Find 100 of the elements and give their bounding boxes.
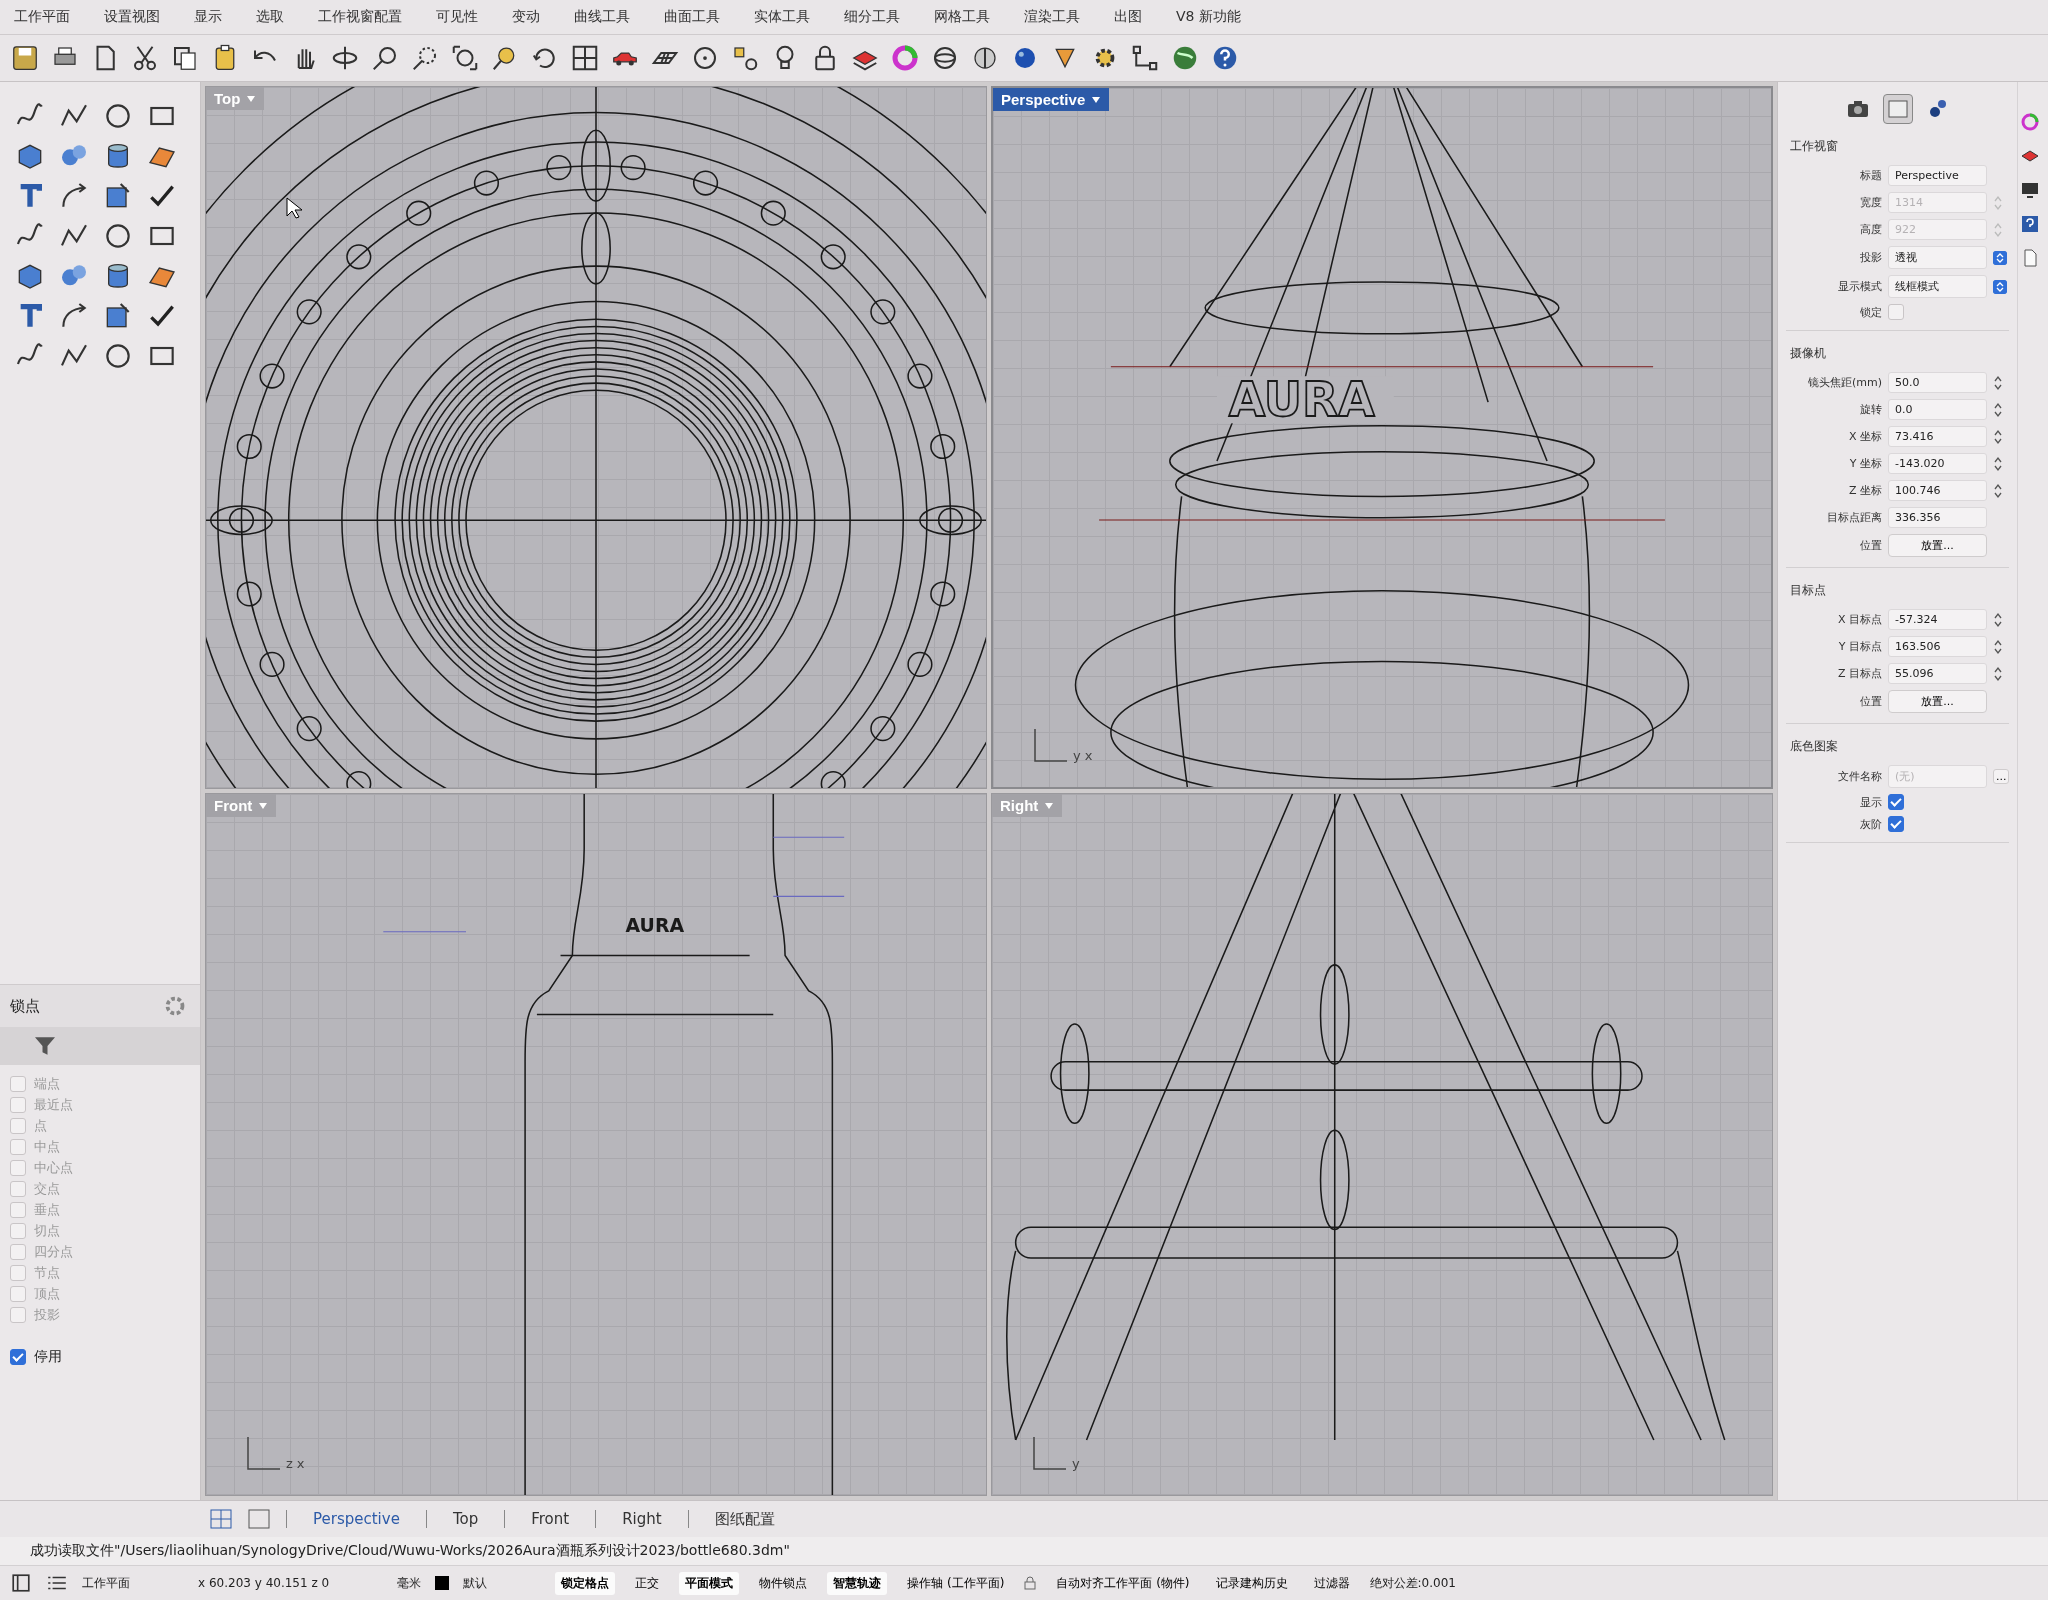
panel-title: 锁点 — [10, 996, 40, 1016]
status-toggle[interactable]: 正交 — [629, 1571, 666, 1595]
monitor-icon[interactable] — [2020, 180, 2040, 200]
status-toggle[interactable]: 锁定格点 — [555, 1571, 616, 1595]
status-toggle[interactable]: 操作轴 (工作平面) — [901, 1571, 1011, 1595]
dropdown-field[interactable]: 线框模式 — [1888, 275, 1987, 298]
status-toggle[interactable]: 过滤器 — [1307, 1571, 1356, 1595]
menu-item[interactable]: V8 新功能 — [1176, 8, 1241, 26]
menu-item[interactable]: 设置视图 — [104, 8, 160, 26]
input-field[interactable]: 55.096 — [1888, 663, 1987, 684]
input-field: (无) — [1888, 765, 1987, 788]
viewport-tab[interactable]: Right — [612, 1508, 672, 1530]
viewport[interactable]: Perspective AURA y x — [991, 86, 1773, 789]
axis-label: y — [1072, 1456, 1080, 1471]
input-field[interactable]: 336.356 — [1888, 507, 1987, 528]
stepper-icon[interactable] — [1993, 665, 2003, 682]
menu-item[interactable]: 曲线工具 — [574, 8, 630, 26]
viewport-title-tab[interactable]: Perspective — [993, 88, 1110, 111]
axis-label: y — [1073, 748, 1081, 763]
section-title: 目标点 — [1790, 582, 1827, 599]
checkbox[interactable] — [1888, 816, 1904, 832]
menu-item[interactable]: 显示 — [194, 8, 222, 26]
cursor-icon — [286, 197, 302, 219]
field-label: 显示 — [1859, 794, 1882, 810]
menu-item[interactable]: 细分工具 — [844, 8, 900, 26]
save-icon[interactable] — [10, 43, 40, 73]
viewport[interactable]: Right y — [991, 793, 1773, 1496]
units-label[interactable]: 毫米 — [397, 1574, 422, 1592]
section-title: 底色图案 — [1790, 738, 1839, 755]
menu-item[interactable]: 网格工具 — [934, 8, 990, 26]
viewport-tab[interactable]: Front — [521, 1508, 580, 1530]
input-field[interactable]: 100.746 — [1888, 480, 1987, 501]
menu-item[interactable]: 工作视窗配置 — [318, 8, 402, 26]
field-label: 镜头焦距(mm) — [1807, 375, 1882, 390]
stepper-icon[interactable] — [1993, 611, 2003, 628]
model-lettering: AURA — [625, 913, 685, 936]
menu-item[interactable]: 渲染工具 — [1024, 8, 1080, 26]
menu-item[interactable]: 变动 — [512, 8, 540, 26]
place-button[interactable]: 放置... — [1888, 690, 1987, 713]
menu-item[interactable]: 工作平面 — [14, 8, 70, 26]
stepper-icon[interactable] — [1993, 401, 2003, 418]
status-toggle[interactable]: 智慧轨迹 — [827, 1571, 888, 1595]
disable-checkbox[interactable]: 停用 — [0, 1334, 200, 1380]
color-wheel-icon[interactable] — [2020, 112, 2040, 132]
menu-item[interactable]: 实体工具 — [754, 8, 810, 26]
menu-item[interactable]: 出图 — [1114, 8, 1142, 26]
stepper-icon[interactable] — [1993, 638, 2003, 655]
checkbox[interactable] — [1888, 794, 1904, 810]
input-field[interactable]: 73.416 — [1888, 426, 1987, 447]
field-label: X 坐标 — [1847, 429, 1882, 444]
dropdown-arrows-icon[interactable] — [1993, 250, 2007, 265]
layer-label[interactable]: 默认 — [463, 1574, 488, 1592]
input-field: 1314 — [1888, 192, 1987, 213]
field-label: Z 坐标 — [1847, 483, 1882, 498]
stepper-icon[interactable] — [1993, 374, 2003, 391]
stepper-icon[interactable] — [1993, 455, 2003, 472]
zoom-extents-icon[interactable] — [450, 43, 480, 73]
field-label: Y 目标点 — [1837, 639, 1882, 654]
field-label: 旋转 — [1859, 402, 1882, 417]
padlock-icon[interactable] — [1024, 1576, 1037, 1590]
browse-button[interactable]: ... — [1993, 769, 2009, 784]
status-toggle[interactable]: 记录建构历史 — [1209, 1571, 1294, 1595]
menu-item[interactable]: 选取 — [256, 8, 284, 26]
input-field[interactable]: 163.506 — [1888, 636, 1987, 657]
command-history-text: 成功读取文件"/Users/liaolihuan/SynologyDrive/Cloud/Wuwu-Works/2026Aura酒瓶系列设计2023/bottle680.3dm" — [30, 1542, 790, 1560]
section-title: 工作视窗 — [1790, 138, 1839, 155]
viewport-tab[interactable]: Perspective — [303, 1508, 410, 1530]
dropdown-field[interactable]: 透视 — [1888, 246, 1987, 269]
input-field[interactable]: -143.020 — [1888, 453, 1987, 474]
field-label: 高度 — [1859, 222, 1882, 237]
stepper-icon[interactable] — [1993, 428, 2003, 445]
checkbox[interactable] — [1888, 304, 1904, 320]
viewport-tab[interactable]: Top — [442, 1508, 489, 1530]
viewport-tab[interactable]: 图纸配置 — [704, 1507, 785, 1531]
input-field[interactable]: 50.0 — [1888, 372, 1987, 393]
stepper-icon[interactable] — [1993, 482, 2003, 499]
menu-item[interactable]: 可见性 — [436, 8, 478, 26]
four-viewports-icon[interactable] — [570, 43, 600, 73]
status-toggle[interactable]: 自动对齐工作平面 (物件) — [1050, 1571, 1196, 1595]
caret-icon — [258, 801, 269, 810]
menu-item[interactable]: 曲面工具 — [664, 8, 720, 26]
place-button[interactable]: 放置... — [1888, 534, 1987, 557]
viewport[interactable]: Front AURA z x — [205, 793, 987, 1496]
color-wheel-icon[interactable] — [890, 43, 920, 73]
field-label: 锁定 — [1859, 304, 1882, 320]
help-panel-icon[interactable] — [2020, 214, 2040, 234]
caret-icon — [1091, 95, 1102, 104]
input-field[interactable]: 0.0 — [1888, 399, 1987, 420]
status-toggle[interactable]: 物件锁点 — [753, 1571, 814, 1595]
dropdown-arrows-icon[interactable] — [1993, 279, 2007, 294]
input-field[interactable]: -57.324 — [1888, 609, 1987, 630]
axis-lines-icon — [246, 1435, 282, 1471]
status-toggle[interactable]: 平面模式 — [679, 1571, 740, 1595]
axis-lines-icon — [1033, 727, 1069, 763]
diagram-icon[interactable] — [1130, 43, 1160, 73]
axis-label: z — [286, 1456, 293, 1471]
cplane-label[interactable]: 工作平面 — [82, 1574, 130, 1592]
input-field[interactable]: Perspective — [1888, 165, 1987, 186]
field-label: 目标点距离 — [1826, 510, 1882, 525]
panel-toggle-icon[interactable] — [10, 1573, 32, 1593]
